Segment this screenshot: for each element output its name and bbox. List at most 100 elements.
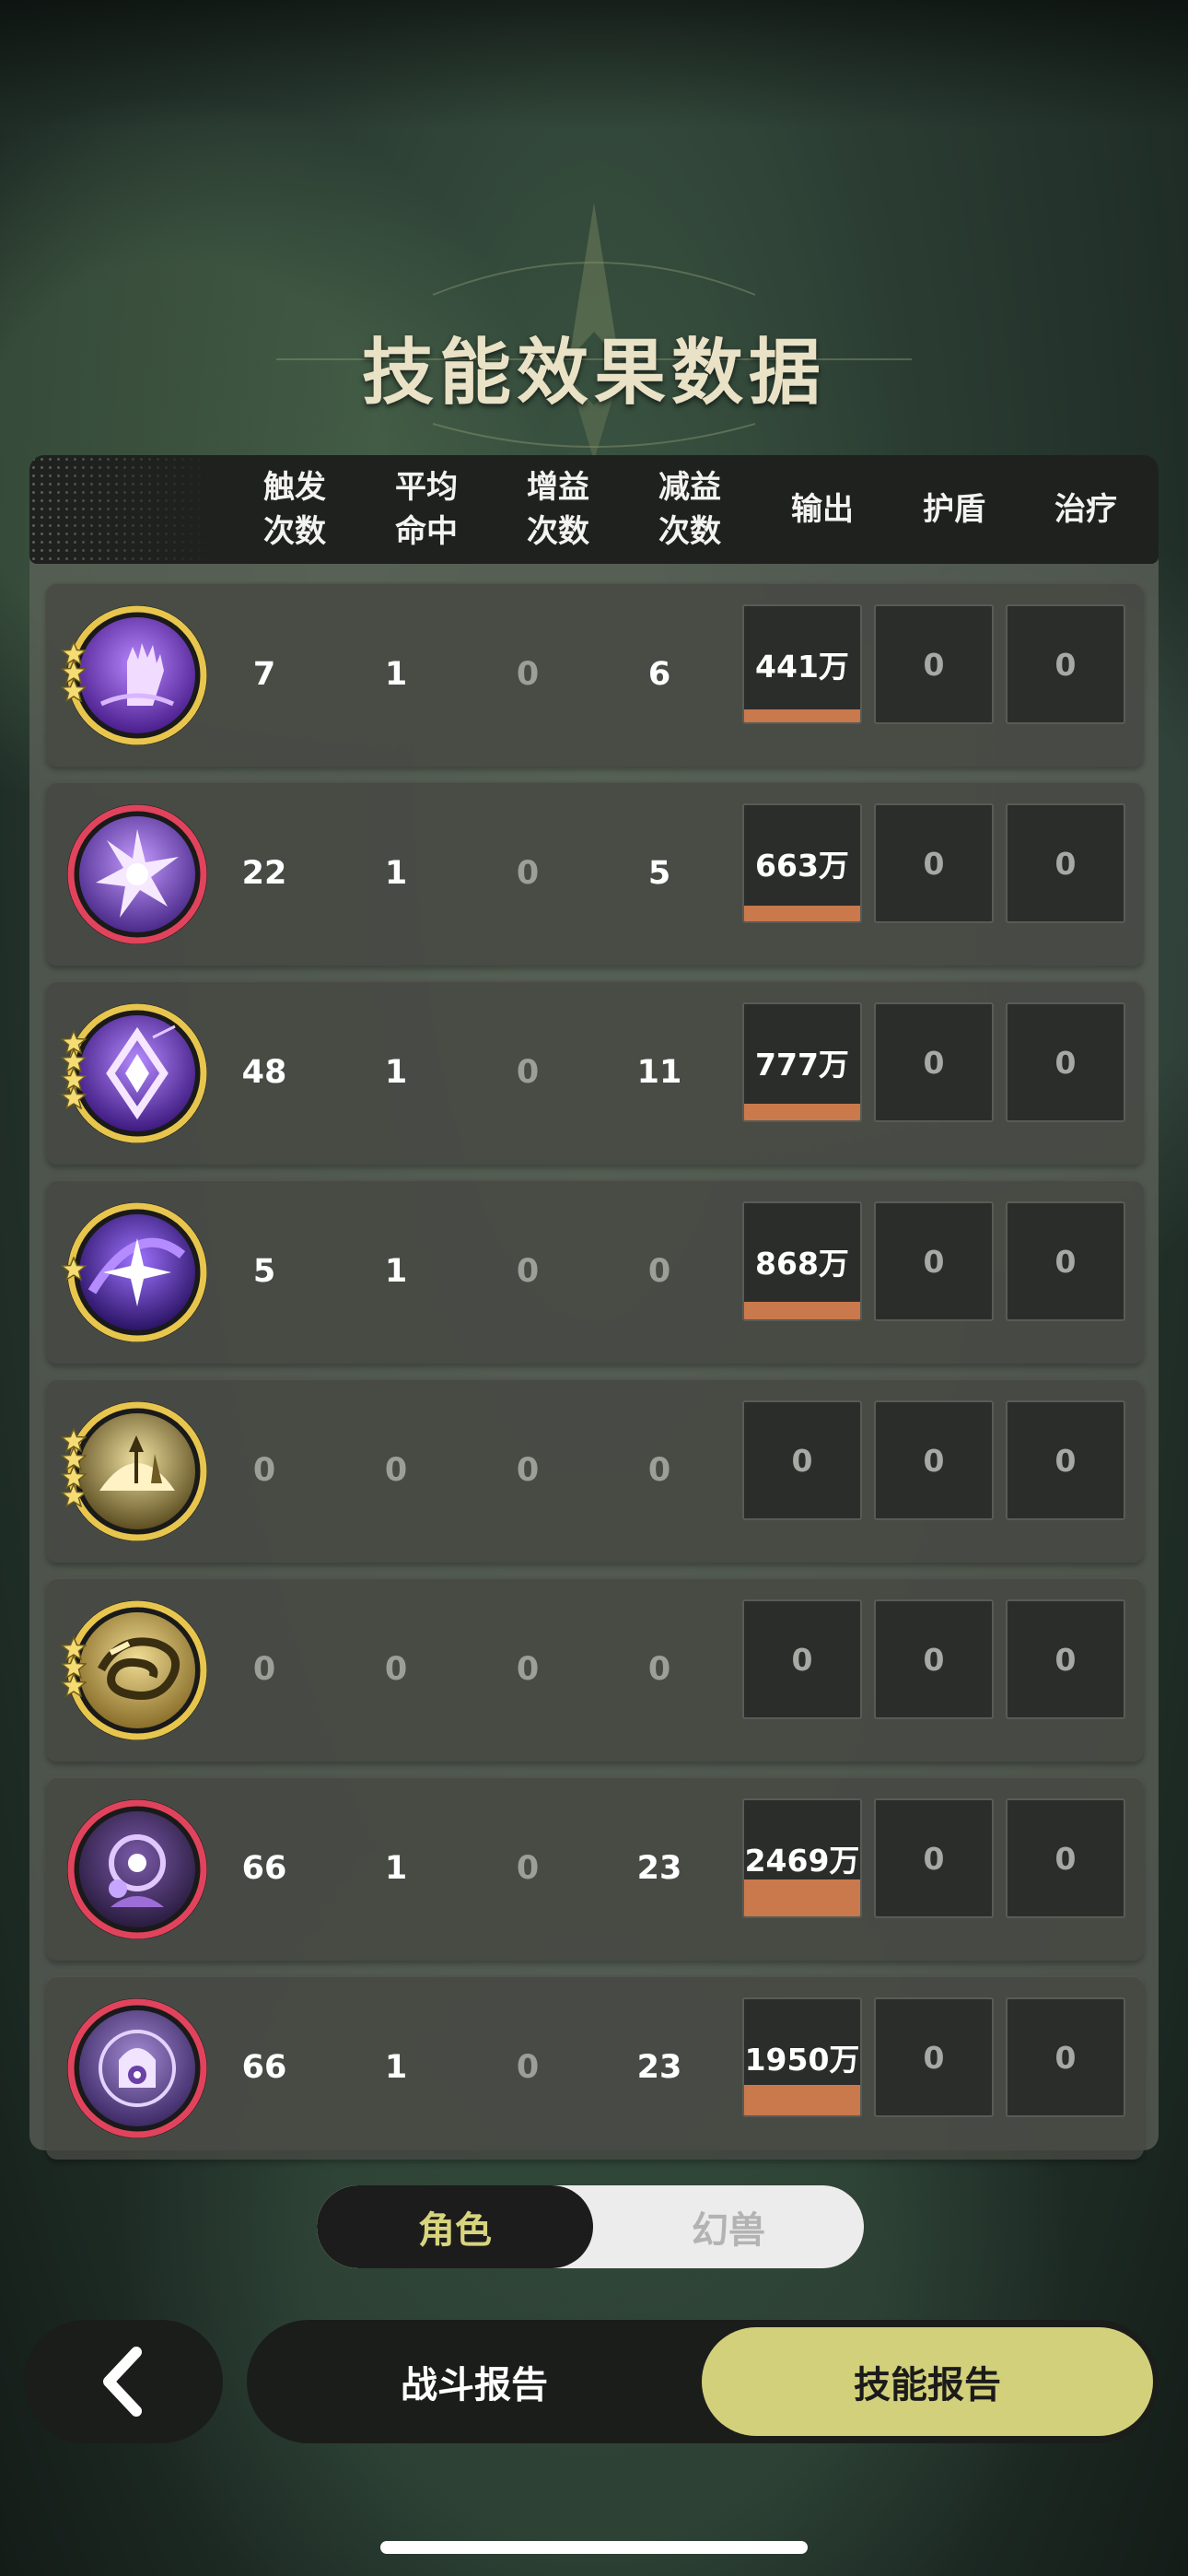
output-cell-value: 0	[791, 1641, 813, 1678]
shield-cell-value: 0	[923, 1442, 945, 1479]
debuff-count: 23	[636, 2049, 682, 2086]
star-icon	[61, 678, 87, 702]
shield-cell: 0	[874, 1798, 994, 1918]
dark-mage-skill-icon[interactable]	[64, 1797, 210, 1942]
output-cell-value: 441万	[755, 649, 849, 685]
output-bar	[744, 1302, 860, 1319]
heal-cell-value: 0	[1054, 1044, 1077, 1081]
output-bar	[744, 1104, 860, 1120]
skill-row: 48 1 0 11 777万 0 0	[46, 980, 1144, 1165]
trigger-count: 48	[241, 1054, 287, 1091]
trigger-count: 5	[252, 1253, 276, 1290]
avg-hit: 1	[384, 1054, 408, 1091]
heal-cell: 0	[1006, 604, 1125, 724]
shield-cell-value: 0	[923, 1044, 945, 1081]
debuff-count: 6	[647, 656, 671, 693]
avg-hit: 0	[384, 1452, 408, 1489]
skill-row: 0 0 0 0 0 0 0	[46, 1378, 1144, 1563]
trigger-count: 0	[252, 1651, 276, 1688]
star-icon	[61, 1257, 87, 1281]
star-icon	[61, 1085, 87, 1109]
star-rating	[61, 641, 88, 702]
buff-count: 0	[516, 2049, 540, 2086]
buff-count: 0	[516, 1452, 540, 1489]
buff-count: 0	[516, 1054, 540, 1091]
role-beast-toggle[interactable]: 角色 幻兽	[317, 2185, 864, 2268]
shield-cell: 0	[874, 1201, 994, 1321]
buff-count: 0	[516, 1850, 540, 1887]
buff-count: 0	[516, 1253, 540, 1290]
skill-row: 7 1 0 6 441万 0 0	[46, 582, 1144, 767]
battle-report-button[interactable]: 战斗报告	[247, 2320, 702, 2443]
output-cell: 1950万	[742, 1997, 862, 2117]
buff-count: 0	[516, 1651, 540, 1688]
page-title: 技能效果数据	[361, 332, 826, 415]
debuff-count: 0	[647, 1253, 671, 1290]
shield-cell-value: 0	[923, 845, 945, 882]
heal-cell-value: 0	[1054, 646, 1077, 683]
header-heal: 治疗	[1054, 491, 1117, 528]
chevron-left-icon	[103, 2347, 142, 2417]
avg-hit: 0	[384, 1651, 408, 1688]
output-cell: 868万	[742, 1201, 862, 1321]
skill-row: 66 1 0 23 1950万 0 0	[46, 1975, 1144, 2160]
home-indicator[interactable]	[380, 2541, 808, 2554]
toggle-role[interactable]: 角色	[317, 2185, 593, 2268]
shield-cell: 0	[874, 1002, 994, 1122]
shield-cell-value: 0	[923, 1243, 945, 1280]
shield-cell-value: 0	[923, 1840, 945, 1877]
output-cell: 2469万	[742, 1798, 862, 1918]
shield-cell: 0	[874, 1997, 994, 2117]
trigger-count: 0	[252, 1452, 276, 1489]
output-cell-value: 868万	[755, 1246, 849, 1282]
header-shield: 护盾	[923, 491, 985, 528]
toggle-beast[interactable]: 幻兽	[593, 2185, 864, 2268]
output-bar	[744, 709, 860, 722]
heal-cell: 0	[1006, 1201, 1125, 1321]
output-cell: 777万	[742, 1002, 862, 1122]
output-bar	[744, 2085, 860, 2115]
buff-count: 0	[516, 656, 540, 693]
trigger-count: 66	[241, 1850, 287, 1887]
skill-row: 0 0 0 0 0 0 0	[46, 1577, 1144, 1762]
skill-report-button[interactable]: 技能报告	[702, 2327, 1153, 2436]
heal-cell: 0	[1006, 1798, 1125, 1918]
trigger-count: 7	[252, 656, 276, 693]
report-nav: 战斗报告 技能报告	[247, 2320, 1159, 2443]
star-icon	[61, 1483, 87, 1507]
trigger-count: 22	[241, 855, 287, 892]
star-rating	[61, 1428, 88, 1507]
star-rating	[61, 1636, 88, 1697]
output-cell: 0	[742, 1400, 862, 1520]
title-area: 技能效果数据	[0, 193, 1188, 461]
output-bar	[744, 1879, 860, 1916]
purple-seal-skill-icon[interactable]	[64, 1996, 210, 2141]
header-trigger-count: 触发 次数	[263, 469, 326, 550]
header-dot-pattern	[29, 455, 214, 564]
back-button[interactable]	[24, 2320, 223, 2443]
heal-cell: 0	[1006, 1599, 1125, 1719]
heal-cell-value: 0	[1054, 1442, 1077, 1479]
shield-cell-value: 0	[923, 2039, 945, 2076]
debuff-count: 11	[636, 1054, 682, 1091]
output-cell-value: 2469万	[744, 1843, 860, 1879]
trigger-count: 66	[241, 2049, 287, 2086]
debuff-count: 5	[647, 855, 671, 892]
shield-cell: 0	[874, 1599, 994, 1719]
avg-hit: 1	[384, 1850, 408, 1887]
output-cell: 663万	[742, 803, 862, 923]
heal-cell-value: 0	[1054, 2039, 1077, 2076]
heal-cell-value: 0	[1054, 1243, 1077, 1280]
heal-cell-value: 0	[1054, 845, 1077, 882]
avg-hit: 1	[384, 2049, 408, 2086]
buff-count: 0	[516, 855, 540, 892]
star-rating	[61, 1030, 88, 1109]
shield-cell: 0	[874, 803, 994, 923]
shield-cell-value: 0	[923, 1641, 945, 1678]
purple-burst-skill-icon[interactable]	[64, 802, 210, 947]
skill-row: 5 1 0 0 868万 0 0	[46, 1179, 1144, 1364]
heal-cell: 0	[1006, 1997, 1125, 2117]
output-cell: 0	[742, 1599, 862, 1719]
skill-row: 66 1 0 23 2469万 0 0	[46, 1776, 1144, 1961]
output-cell-value: 777万	[755, 1047, 849, 1083]
